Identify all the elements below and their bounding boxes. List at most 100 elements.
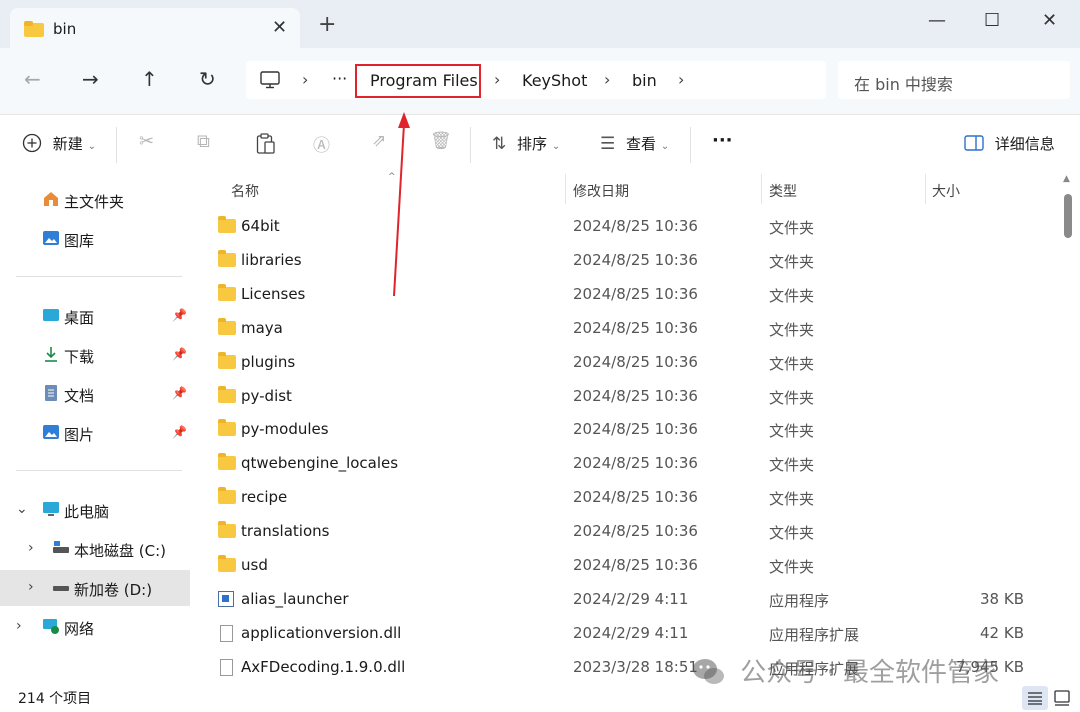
- table-row[interactable]: usd 2024/8/25 10:36 文件夹: [212, 549, 1042, 583]
- refresh-button[interactable]: ↻: [199, 67, 216, 91]
- pin-icon[interactable]: 📌: [172, 386, 187, 400]
- column-divider[interactable]: [761, 174, 762, 204]
- details-pane-button[interactable]: 详细信息: [964, 133, 1055, 154]
- sidebar-item-drive-c[interactable]: › 本地磁盘 (C:): [0, 531, 190, 567]
- sidebar-item-network[interactable]: › 网络: [0, 609, 190, 645]
- breadcrumb-overflow[interactable]: ···: [332, 69, 347, 88]
- sidebar-item-pictures[interactable]: 图片 📌: [0, 415, 190, 451]
- details-view-icon: [1028, 692, 1042, 705]
- copy-icon[interactable]: ⧉: [197, 131, 210, 152]
- sidebar-item-home[interactable]: 主文件夹: [0, 182, 190, 218]
- breadcrumb-bin[interactable]: bin: [632, 71, 657, 90]
- close-window-button[interactable]: ✕: [1042, 10, 1057, 31]
- sidebar-item-gallery[interactable]: 图库: [0, 221, 190, 257]
- table-row[interactable]: alias_launcher 2024/2/29 4:11 应用程序 38 KB: [212, 583, 1042, 617]
- sidebar-this-pc-label: 此电脑: [64, 503, 110, 521]
- search-box[interactable]: 在 bin 中搜索: [838, 61, 1070, 99]
- delete-icon[interactable]: 🗑: [430, 131, 452, 151]
- home-icon: [44, 192, 58, 206]
- vertical-scrollbar[interactable]: ▲: [1062, 174, 1076, 686]
- table-row[interactable]: Licenses 2024/8/25 10:36 文件夹: [212, 278, 1042, 312]
- drive-icon: [53, 541, 69, 553]
- breadcrumb-chevron-icon[interactable]: ›: [302, 70, 308, 89]
- file-type: 应用程序: [769, 591, 830, 610]
- column-divider[interactable]: [565, 174, 566, 204]
- tab-close-icon[interactable]: ✕: [272, 17, 287, 38]
- sidebar-item-documents[interactable]: 文档 📌: [0, 376, 190, 412]
- address-bar[interactable]: › ··· Program Files › KeyShot › bin ›: [246, 61, 826, 99]
- breadcrumb-chevron-icon[interactable]: ›: [604, 70, 610, 89]
- breadcrumb-highlight-box: [355, 64, 481, 98]
- scroll-thumb[interactable]: [1064, 194, 1072, 238]
- file-modified-date: 2024/8/25 10:36: [573, 284, 698, 303]
- file-name: plugins: [241, 352, 296, 371]
- table-row[interactable]: plugins 2024/8/25 10:36 文件夹: [212, 346, 1042, 380]
- new-button[interactable]: 新建 ⌄: [22, 133, 96, 154]
- breadcrumb-keyshot[interactable]: KeyShot: [522, 71, 587, 90]
- file-name: Licenses: [241, 284, 306, 303]
- table-row[interactable]: py-dist 2024/8/25 10:36 文件夹: [212, 380, 1042, 414]
- folder-icon: [218, 317, 236, 335]
- tab-bin[interactable]: bin ✕: [10, 8, 300, 48]
- chevron-right-icon[interactable]: ›: [28, 579, 34, 595]
- table-row[interactable]: py-modules 2024/8/25 10:36 文件夹: [212, 413, 1042, 447]
- column-header-size[interactable]: 大小: [932, 181, 960, 201]
- forward-button[interactable]: →: [82, 67, 99, 91]
- table-row[interactable]: libraries 2024/8/25 10:36 文件夹: [212, 244, 1042, 278]
- more-options-button[interactable]: ···: [712, 130, 733, 151]
- sidebar-item-downloads[interactable]: 下载 📌: [0, 337, 190, 373]
- file-modified-date: 2024/2/29 4:11: [573, 589, 689, 608]
- sidebar-item-desktop[interactable]: 桌面 📌: [0, 298, 190, 334]
- rename-icon[interactable]: Ⓐ: [313, 131, 330, 156]
- paste-icon[interactable]: [256, 133, 276, 155]
- table-row[interactable]: 64bit 2024/8/25 10:36 文件夹: [212, 210, 1042, 244]
- file-modified-date: 2023/3/28 18:51: [573, 657, 698, 676]
- maximize-button[interactable]: ☐: [984, 10, 1000, 31]
- table-row[interactable]: qtwebengine_locales 2024/8/25 10:36 文件夹: [212, 447, 1042, 481]
- column-divider[interactable]: [925, 174, 926, 204]
- sort-ascending-icon: ^: [388, 172, 396, 182]
- network-icon: [43, 619, 59, 634]
- column-header-name[interactable]: 名称: [231, 181, 259, 201]
- file-type: 文件夹: [769, 388, 815, 407]
- scroll-up-icon[interactable]: ▲: [1063, 174, 1070, 184]
- minimize-button[interactable]: —: [928, 10, 946, 31]
- back-button[interactable]: ←: [24, 67, 41, 91]
- view-button[interactable]: ☰ 查看 ⌄: [600, 133, 669, 154]
- this-pc-icon[interactable]: [260, 71, 280, 89]
- table-row[interactable]: maya 2024/8/25 10:36 文件夹: [212, 312, 1042, 346]
- title-bar: bin ✕ + — ☐ ✕: [0, 0, 1080, 48]
- new-tab-button[interactable]: +: [318, 14, 336, 36]
- table-row[interactable]: translations 2024/8/25 10:36 文件夹: [212, 515, 1042, 549]
- sidebar-item-label: 下载: [64, 348, 95, 366]
- folder-icon: [218, 249, 236, 267]
- new-label: 新建: [52, 135, 83, 153]
- share-icon[interactable]: ⇗: [372, 131, 386, 151]
- pin-icon[interactable]: 📌: [172, 308, 187, 322]
- details-pane-icon: [964, 135, 984, 151]
- chevron-down-icon[interactable]: ⌄: [16, 501, 28, 517]
- drive-icon: [53, 586, 69, 591]
- pin-icon[interactable]: 📌: [172, 347, 187, 361]
- chevron-right-icon[interactable]: ›: [16, 618, 22, 634]
- sidebar-item-drive-d[interactable]: › 新加卷 (D:): [0, 570, 190, 606]
- sidebar-item-this-pc[interactable]: ⌄ 此电脑: [0, 492, 190, 528]
- table-row[interactable]: applicationversion.dll 2024/2/29 4:11 应用程序…: [212, 617, 1042, 651]
- breadcrumb-chevron-icon[interactable]: ›: [494, 70, 500, 89]
- computer-icon: [43, 502, 59, 516]
- desktop-icon: [43, 309, 59, 321]
- column-header-modified[interactable]: 修改日期: [573, 181, 629, 201]
- details-view-button[interactable]: [1022, 686, 1048, 710]
- breadcrumb-chevron-icon[interactable]: ›: [678, 70, 684, 89]
- file-type: 文件夹: [769, 354, 815, 373]
- pin-icon[interactable]: 📌: [172, 425, 187, 439]
- column-header-type[interactable]: 类型: [769, 181, 797, 201]
- cut-icon[interactable]: ✂: [139, 131, 154, 152]
- chevron-right-icon[interactable]: ›: [28, 540, 34, 556]
- table-row[interactable]: recipe 2024/8/25 10:36 文件夹: [212, 481, 1042, 515]
- up-button[interactable]: ↑: [141, 67, 158, 91]
- file-modified-date: 2024/8/25 10:36: [573, 556, 698, 574]
- thumbnail-view-button[interactable]: [1050, 686, 1076, 710]
- folder-icon: [24, 21, 44, 37]
- sort-button[interactable]: ⇅ 排序 ⌄: [492, 133, 560, 154]
